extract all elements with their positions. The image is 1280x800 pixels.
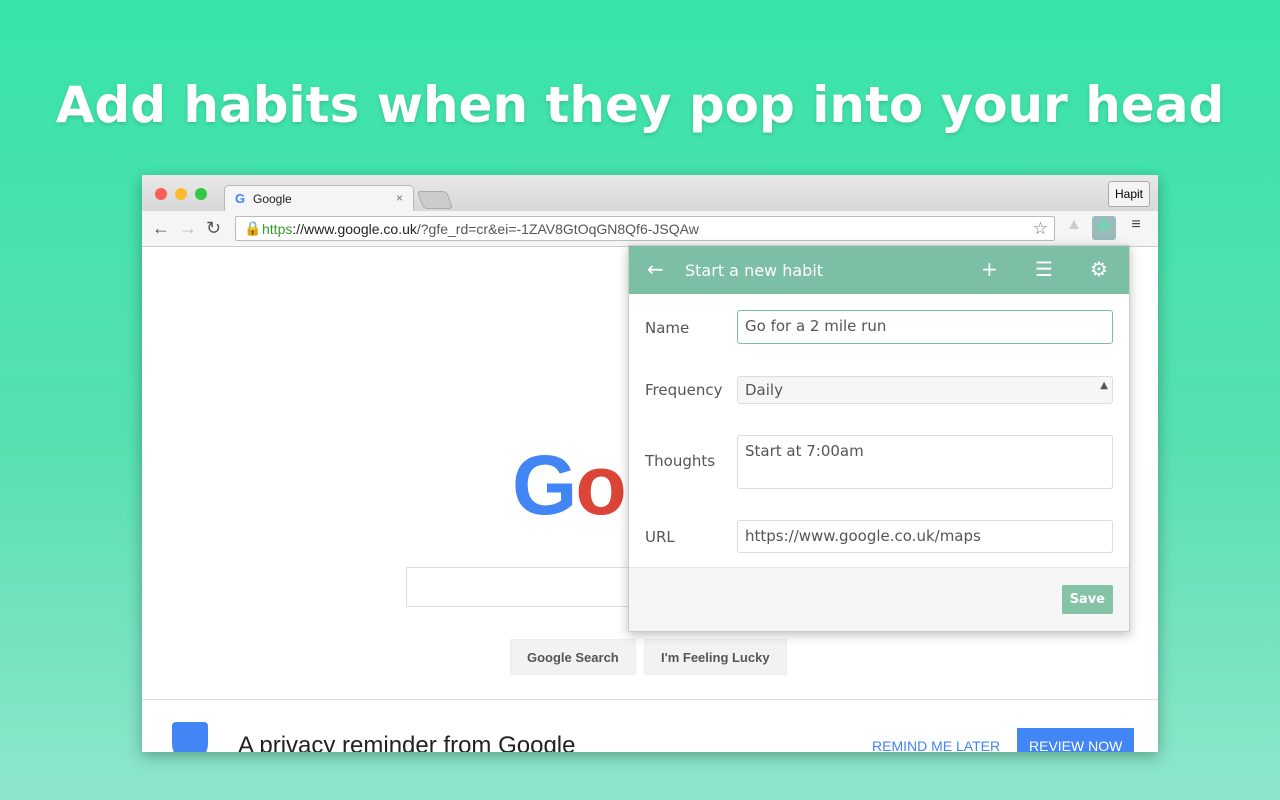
add-icon[interactable]: +	[981, 257, 998, 281]
popup-footer: Save	[629, 567, 1129, 631]
google-logo: Go	[512, 438, 627, 532]
url-host: ://www.google.co.uk	[292, 221, 417, 237]
menu-icon[interactable]: ≡	[1124, 216, 1148, 240]
thoughts-textarea[interactable]: Start at 7:00am	[737, 435, 1113, 489]
new-tab-button[interactable]	[416, 191, 454, 209]
select-arrows-icon: ▲	[1100, 380, 1108, 391]
privacy-title: A privacy reminder from Google	[238, 732, 576, 752]
headline: Add habits when they pop into your head	[55, 76, 1225, 134]
thoughts-label: Thoughts	[645, 452, 716, 470]
popup-header: ← Start a new habit + ☰ ⚙	[629, 246, 1129, 294]
reload-icon[interactable]: ↻	[206, 218, 221, 239]
gear-icon[interactable]: ⚙	[1090, 257, 1108, 281]
browser-toolbar: ← → ↻ 🔒 https://www.google.co.uk/?gfe_rd…	[142, 211, 1158, 247]
save-button[interactable]: Save	[1061, 585, 1113, 614]
back-icon[interactable]: ←	[152, 218, 170, 239]
url-scheme: https	[262, 221, 293, 237]
tab-bar: G Google × Hapit	[142, 175, 1158, 211]
hapit-popup: ← Start a new habit + ☰ ⚙ Name Go for a …	[628, 245, 1130, 632]
browser-tab[interactable]: G Google ×	[224, 185, 414, 211]
name-input[interactable]: Go for a 2 mile run	[737, 310, 1113, 344]
hapit-button[interactable]: Hapit	[1107, 181, 1150, 207]
review-now-button[interactable]: REVIEW NOW	[1017, 728, 1135, 752]
zoom-window-button[interactable]	[195, 188, 207, 200]
minimize-window-button[interactable]	[175, 188, 187, 200]
lock-icon: 🔒	[244, 220, 262, 236]
google-search-button[interactable]: Google Search	[510, 639, 636, 675]
remind-later-link[interactable]: REMIND ME LATER	[872, 738, 1000, 752]
url-input[interactable]: https://www.google.co.uk/maps	[737, 520, 1113, 553]
frequency-value: Daily	[745, 381, 783, 399]
close-window-button[interactable]	[155, 188, 167, 200]
google-favicon-icon: G	[235, 191, 246, 206]
privacy-banner: A privacy reminder from Google REMIND ME…	[142, 699, 1158, 752]
back-arrow-icon[interactable]: ←	[647, 257, 664, 281]
list-icon[interactable]: ☰	[1035, 257, 1053, 281]
hapit-extension-icon[interactable]: ✥	[1092, 216, 1116, 240]
url-label: URL	[645, 528, 675, 546]
url-path: /?gfe_rd=cr&ei=-1ZAV8GtOqGN8Qf6-JSQAw	[416, 221, 699, 237]
drive-extension-icon[interactable]: ▲	[1062, 216, 1086, 240]
bookmark-star-icon[interactable]: ☆	[1033, 219, 1048, 239]
shield-icon	[172, 722, 208, 752]
name-label: Name	[645, 319, 690, 337]
forward-icon[interactable]: →	[179, 218, 197, 239]
address-bar[interactable]: 🔒 https://www.google.co.uk/?gfe_rd=cr&ei…	[235, 216, 1055, 241]
feeling-lucky-button[interactable]: I'm Feeling Lucky	[644, 639, 787, 675]
popup-title: Start a new habit	[685, 261, 824, 280]
tab-title: Google	[253, 192, 292, 206]
frequency-select[interactable]: Daily ▲	[737, 376, 1113, 404]
close-tab-icon[interactable]: ×	[396, 191, 403, 205]
frequency-label: Frequency	[645, 381, 723, 399]
